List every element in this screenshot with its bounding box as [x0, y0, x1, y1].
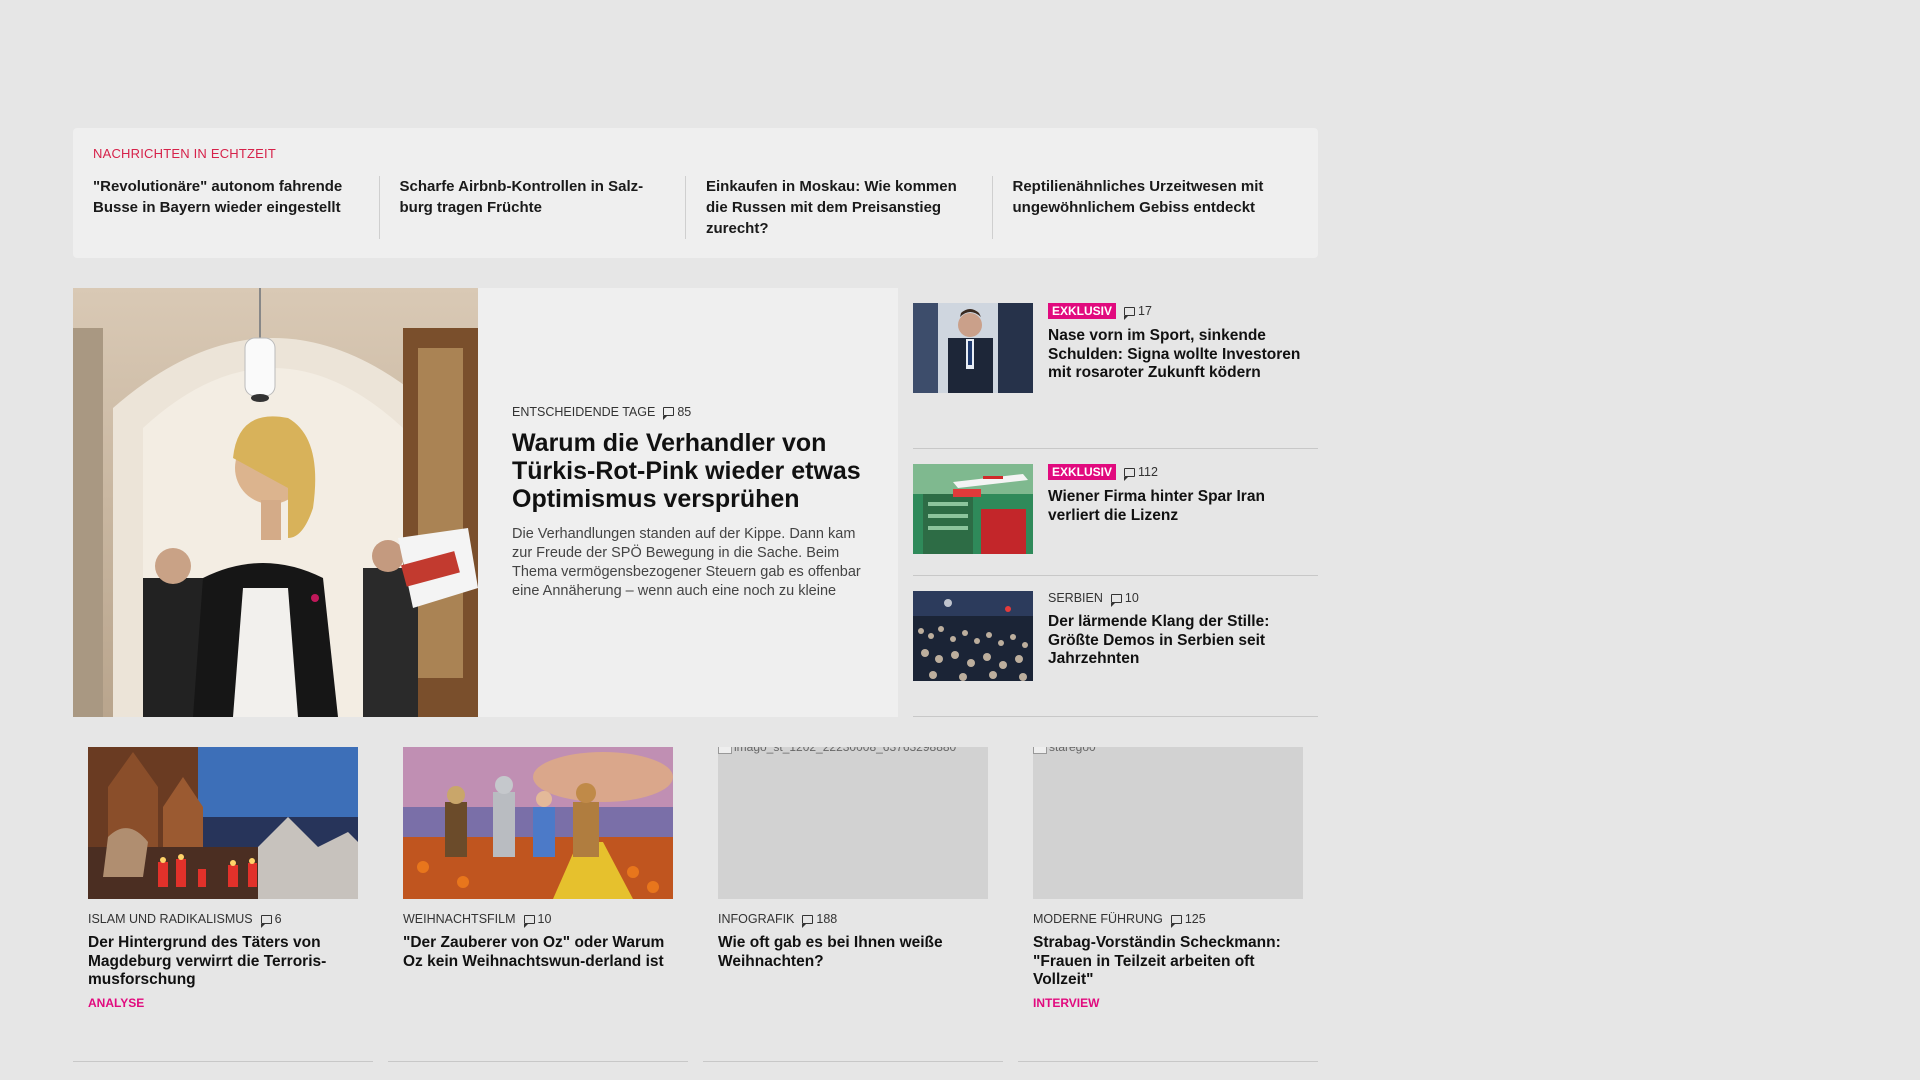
article-meta: ENTSCHEIDENDE TAGE 85 [512, 404, 864, 420]
side-article-body: EXKLUSIV 17 Nase vorn im Sport, sinkende… [1048, 303, 1318, 448]
divider [1018, 1061, 1318, 1062]
comment-icon [802, 914, 814, 928]
divider [73, 1061, 373, 1062]
comment-count-value: 125 [1184, 912, 1206, 926]
article-card-title[interactable]: Der Hintergrund des Täters von Magdeburg… [88, 934, 358, 990]
realtime-news-ticker: NACHRICHTEN IN ECHTZEIT "Revolutionäre" … [73, 128, 1318, 258]
article-meta: WEIHNACHTSFILM 10 [403, 912, 673, 928]
comment-count-value: 17 [1138, 304, 1152, 318]
ticker-item[interactable]: Reptilienähnliches Urzeitwesen mit ungew… [991, 176, 1299, 239]
article-meta: EXKLUSIV 112 [1048, 464, 1318, 481]
comment-count[interactable]: 125 [1170, 912, 1206, 928]
ticker-item[interactable]: Einkaufen in Moskau: Wie kommen die Russ… [685, 176, 992, 239]
article-card-title[interactable]: Wie oft gab es bei Ihnen weiße Weihnacht… [718, 934, 988, 971]
article-tag: ANALYSE [88, 995, 145, 1010]
ticker-items: "Revolutionäre" autonom fahrende Busse i… [93, 176, 1298, 239]
side-article-image[interactable] [913, 591, 1033, 681]
exclusive-badge: EXKLUSIV [1048, 303, 1117, 319]
divider [703, 1061, 1003, 1062]
comment-count[interactable]: 112 [1124, 465, 1158, 481]
article-card[interactable]: ISLAM UND RADIKALISMUS 6 Der Hintergrund… [88, 747, 358, 1010]
article-kicker: SERBIEN [1048, 591, 1103, 605]
comment-count[interactable]: 17 [1124, 304, 1152, 320]
article-card-image[interactable]: starego0 [1033, 747, 1303, 899]
comment-count-value: 85 [677, 404, 692, 419]
article-card-title[interactable]: Strabag-Vorständin Scheckmann: "Frauen i… [1033, 934, 1303, 990]
comment-icon [1124, 467, 1136, 481]
article-kicker: WEIHNACHTSFILM [403, 912, 516, 926]
comment-icon [523, 914, 535, 928]
article-meta: ISLAM UND RADIKALISMUS 6 [88, 912, 358, 928]
lead-article-teaser: Die Verhandlungen standen auf der Kippe.… [512, 525, 861, 599]
article-card-image[interactable] [403, 747, 673, 899]
ticker-item[interactable]: "Revolutionäre" autonom fahrende Busse i… [93, 176, 379, 239]
broken-image-alt: imago_st_1202_22230008_63763298880 [718, 747, 956, 754]
comment-count-value: 10 [1124, 591, 1139, 605]
comment-icon [1124, 306, 1136, 320]
lead-article-title[interactable]: Warum die Verhandler von Türkis-Rot-Pink… [512, 429, 864, 513]
side-article-body: SERBIEN 10 Der lärmende Klang der Stille… [1048, 591, 1318, 716]
ticker-item[interactable]: Scharfe Airbnb-Kontrollen in Salz-burg t… [378, 176, 686, 239]
side-article[interactable]: EXKLUSIV 112 Wiener Firma hinter Spar Ir… [913, 449, 1318, 576]
article-kicker: MODERNE FÜHRUNG [1033, 912, 1163, 926]
divider [388, 1061, 688, 1062]
article-grid: ISLAM UND RADIKALISMUS 6 Der Hintergrund… [88, 747, 1304, 1010]
comment-icon [1110, 593, 1122, 607]
comment-count-value: 188 [816, 912, 838, 926]
lead-article-image[interactable] [73, 288, 478, 717]
article-meta: INFOGRAFIK 188 [718, 912, 988, 928]
article-card[interactable]: WEIHNACHTSFILM 10 "Der Zauberer von Oz" … [403, 747, 673, 1010]
side-article-title[interactable]: Der lärmende Klang der Stille: Größte De… [1048, 613, 1318, 669]
comment-icon [663, 407, 675, 420]
side-article-list: EXKLUSIV 17 Nase vorn im Sport, sinkende… [913, 288, 1318, 717]
article-kicker: ISLAM UND RADIKALISMUS [88, 912, 253, 926]
comment-icon [260, 914, 272, 928]
broken-image-icon [1033, 747, 1047, 754]
broken-image-alt: starego0 [1033, 747, 1096, 754]
side-article[interactable]: EXKLUSIV 17 Nase vorn im Sport, sinkende… [913, 288, 1318, 449]
article-kicker: ENTSCHEIDENDE TAGE [512, 404, 656, 419]
lead-article-body: ENTSCHEIDENDE TAGE 85 Warum die Verhandl… [478, 288, 898, 717]
article-tag: INTERVIEW [1033, 995, 1100, 1010]
side-article-title[interactable]: Wiener Firma hinter Spar Iran verliert d… [1048, 488, 1318, 525]
article-meta: MODERNE FÜHRUNG 125 [1033, 912, 1303, 928]
comment-count[interactable]: 188 [802, 912, 838, 928]
comment-count[interactable]: 6 [260, 912, 282, 928]
article-card[interactable]: imago_st_1202_22230008_63763298880 INFOG… [718, 747, 988, 1010]
article-meta: EXKLUSIV 17 [1048, 303, 1318, 320]
broken-image-icon [718, 747, 732, 754]
article-kicker: INFOGRAFIK [718, 912, 795, 926]
side-article-image[interactable] [913, 303, 1033, 393]
article-card-image[interactable] [88, 747, 358, 899]
comment-count-value: 6 [274, 912, 282, 926]
comment-count-value: 112 [1138, 465, 1158, 479]
side-article-body: EXKLUSIV 112 Wiener Firma hinter Spar Ir… [1048, 464, 1318, 575]
article-card[interactable]: starego0 MODERNE FÜHRUNG 125 Strabag-Vor… [1033, 747, 1303, 1010]
lead-article[interactable]: ENTSCHEIDENDE TAGE 85 Warum die Verhandl… [73, 288, 898, 717]
side-article[interactable]: SERBIEN 10 Der lärmende Klang der Stille… [913, 576, 1318, 717]
article-card-title[interactable]: "Der Zauberer von Oz" oder Warum Oz kein… [403, 934, 673, 971]
comment-count-value: 10 [537, 912, 552, 926]
exclusive-badge: EXKLUSIV [1048, 464, 1117, 480]
article-card-image[interactable]: imago_st_1202_22230008_63763298880 [718, 747, 988, 899]
comment-icon [1170, 914, 1182, 928]
comment-count[interactable]: 85 [663, 404, 692, 420]
comment-count[interactable]: 10 [523, 912, 552, 928]
section-dividers [73, 1061, 1318, 1062]
ticker-label: NACHRICHTEN IN ECHTZEIT [93, 146, 276, 161]
article-meta: SERBIEN 10 [1048, 591, 1318, 607]
side-article-image[interactable] [913, 464, 1033, 554]
side-article-title[interactable]: Nase vorn im Sport, sinkende Schulden: S… [1048, 327, 1318, 383]
comment-count[interactable]: 10 [1110, 591, 1139, 607]
